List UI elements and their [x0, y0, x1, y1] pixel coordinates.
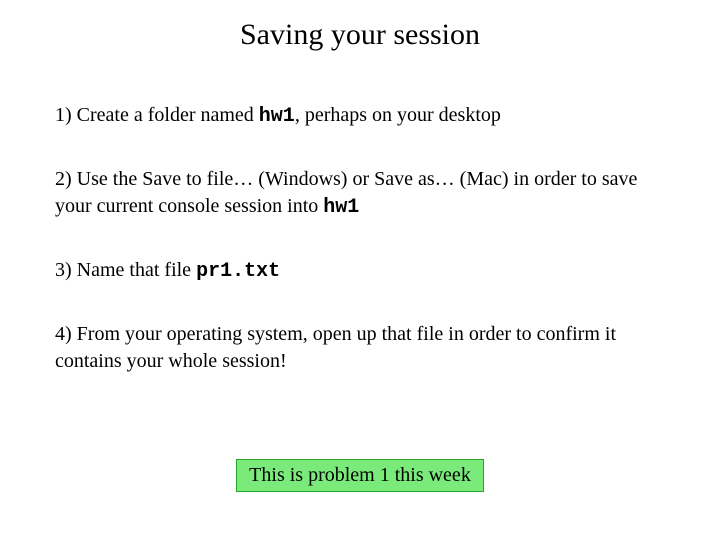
- step-3: 3) Name that file pr1.txt: [55, 257, 665, 285]
- page-title: Saving your session: [55, 18, 665, 52]
- step-2: 2) Use the Save to file… (Windows) or Sa…: [55, 166, 665, 221]
- step-1: 1) Create a folder named hw1, perhaps on…: [55, 102, 665, 130]
- step-1-prefix: 1) Create a folder named: [55, 104, 259, 126]
- step-1-code: hw1: [259, 105, 295, 128]
- callout-container: This is problem 1 this week: [0, 459, 720, 492]
- step-3-code: pr1.txt: [196, 260, 280, 283]
- step-2-code: hw1: [323, 196, 359, 219]
- callout-badge: This is problem 1 this week: [236, 459, 484, 492]
- step-3-prefix: 3) Name that file: [55, 259, 196, 281]
- step-1-suffix: , perhaps on your desktop: [295, 104, 501, 126]
- step-4: 4) From your operating system, open up t…: [55, 321, 665, 375]
